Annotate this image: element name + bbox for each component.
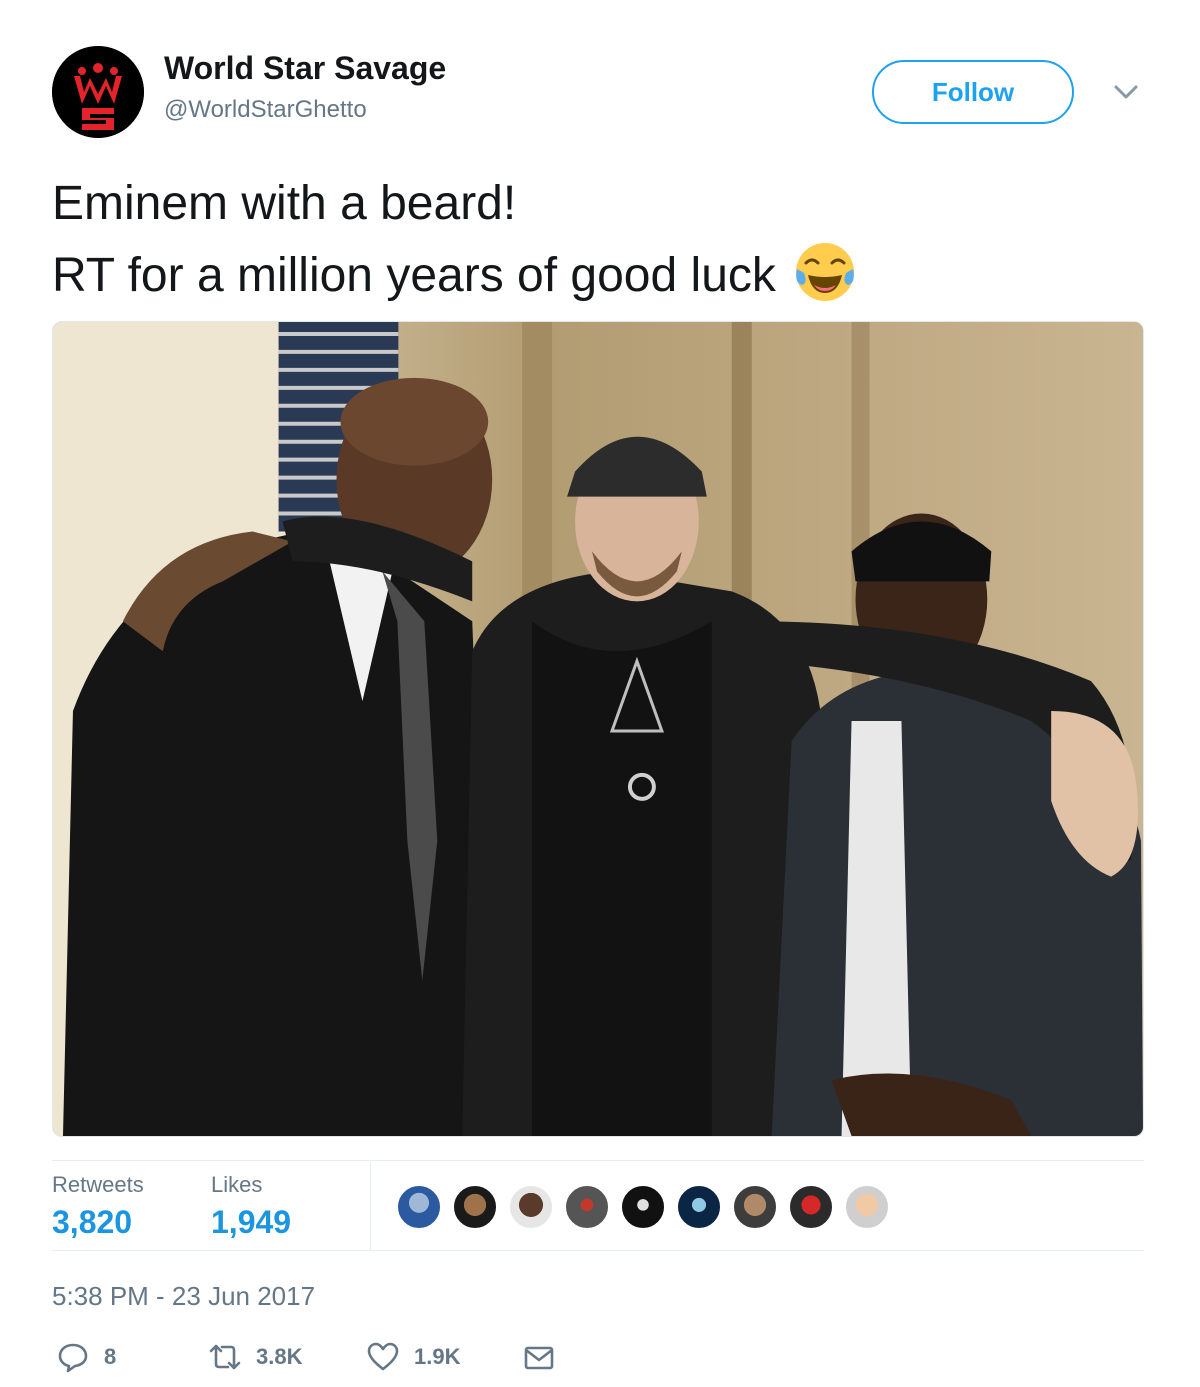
tweet-line-1: Eminem with a beard! xyxy=(52,177,517,230)
more-options-button[interactable] xyxy=(1110,78,1142,106)
tweet-line-2-text: RT for a million years of good luck xyxy=(52,249,776,302)
display-name[interactable]: World Star Savage xyxy=(164,50,446,87)
reply-button[interactable]: 8 xyxy=(56,1340,116,1374)
photo-three-men-image xyxy=(53,322,1143,1136)
laughing-crying-emoji-icon xyxy=(792,239,858,305)
likes-stat[interactable]: Likes 1,949 xyxy=(211,1172,291,1241)
tweet-text: Eminem with a beard! RT for a million ye… xyxy=(52,168,858,312)
likes-label: Likes xyxy=(211,1172,263,1197)
like-button[interactable]: 1.9K xyxy=(366,1340,460,1374)
liker-avatar[interactable] xyxy=(844,1184,890,1230)
chevron-down-icon xyxy=(1114,85,1138,99)
retweets-stat[interactable]: Retweets 3,820 xyxy=(52,1172,144,1241)
user-handle[interactable]: @WorldStarGhetto xyxy=(164,96,367,124)
reply-count: 8 xyxy=(104,1344,117,1369)
envelope-icon xyxy=(524,1346,554,1370)
retweets-value: 3,820 xyxy=(52,1204,133,1240)
retweet-button[interactable]: 3.8K xyxy=(208,1340,302,1374)
stats-separator xyxy=(370,1162,371,1250)
worldstar-logo-icon xyxy=(52,46,144,138)
like-count: 1.9K xyxy=(414,1344,461,1369)
liker-avatar[interactable] xyxy=(508,1184,554,1230)
retweet-count: 3.8K xyxy=(256,1344,303,1369)
retweet-icon xyxy=(209,1344,241,1370)
liker-avatar[interactable] xyxy=(564,1184,610,1230)
tweet-photo[interactable] xyxy=(52,321,1144,1137)
liker-avatar[interactable] xyxy=(452,1184,498,1230)
reply-icon xyxy=(58,1343,88,1373)
retweets-label: Retweets xyxy=(52,1172,144,1197)
liker-avatar[interactable] xyxy=(676,1184,722,1230)
liker-avatar[interactable] xyxy=(788,1184,834,1230)
follow-button[interactable]: Follow xyxy=(872,60,1074,124)
liker-avatar[interactable] xyxy=(620,1184,666,1230)
likes-value: 1,949 xyxy=(211,1204,292,1240)
divider-bottom xyxy=(52,1250,1144,1251)
tweet-line-2: RT for a million years of good luck xyxy=(52,240,858,312)
liker-avatar[interactable] xyxy=(732,1184,778,1230)
tweet-timestamp[interactable]: 5:38 PM - 23 Jun 2017 xyxy=(52,1281,315,1312)
liker-avatar[interactable] xyxy=(396,1184,442,1230)
avatar[interactable] xyxy=(52,46,144,138)
direct-message-button[interactable] xyxy=(522,1340,556,1374)
divider-top xyxy=(52,1160,1144,1161)
heart-icon xyxy=(367,1342,399,1371)
